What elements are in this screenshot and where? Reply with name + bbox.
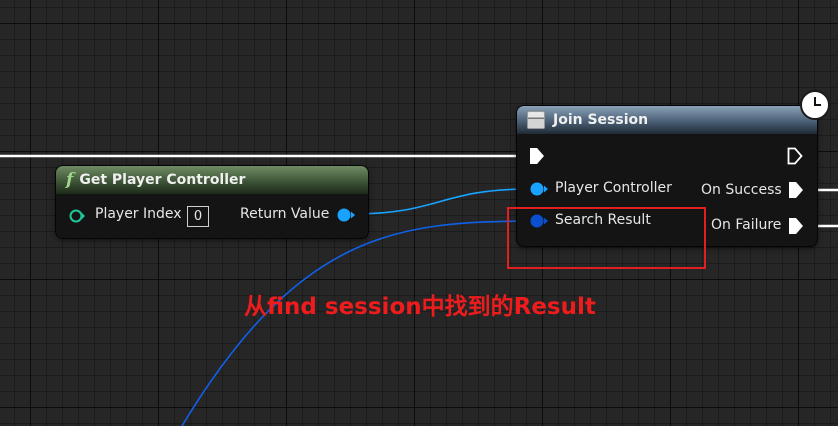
on-failure-label: On Failure: [711, 217, 782, 233]
search-result-wire[interactable]: [181, 220, 531, 426]
on-failure-pin[interactable]: [788, 217, 804, 235]
on-success-pin[interactable]: [788, 181, 804, 199]
exec-in-pin[interactable]: [529, 147, 545, 165]
function-icon: f: [66, 170, 74, 190]
player-controller-label: Player Controller: [555, 180, 672, 196]
player-index-input[interactable]: 0: [187, 206, 209, 227]
return-value-pin[interactable]: [335, 206, 357, 224]
player-index-pin[interactable]: [68, 207, 86, 225]
exec-out-pin[interactable]: [787, 147, 803, 165]
node-title: Join Session: [553, 112, 649, 128]
node-title: Get Player Controller: [79, 172, 246, 188]
node-header: Join Session: [517, 106, 817, 134]
get-player-controller-node[interactable]: f Get Player Controller Player Index 0 R…: [56, 166, 368, 238]
node-header: f Get Player Controller: [56, 166, 368, 194]
annotation-text: 从find session中找到的Result: [244, 294, 596, 320]
player-controller-wire[interactable]: [351, 188, 531, 215]
return-value-label: Return Value: [240, 206, 330, 222]
player-index-label: Player Index: [95, 206, 182, 222]
highlight-box: [507, 207, 706, 269]
struct-node-icon: [527, 111, 545, 129]
player-controller-pin[interactable]: [528, 180, 550, 198]
on-success-label: On Success: [701, 182, 782, 198]
clock-icon: [800, 90, 830, 120]
